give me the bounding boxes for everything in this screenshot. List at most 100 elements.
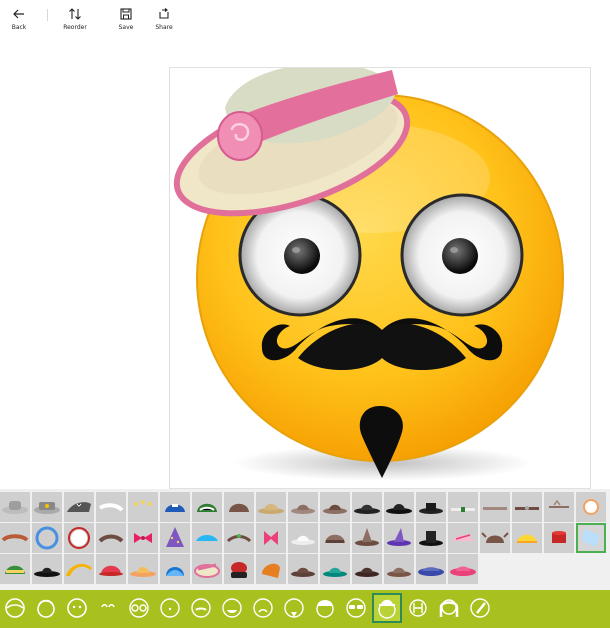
category-face-shape[interactable] [0,593,30,623]
hat-tile-1[interactable] [0,492,30,522]
eyebrows-icon [101,603,115,608]
hat-tile-21[interactable] [32,523,62,553]
hat-tile-23[interactable] [96,523,126,553]
category-beard[interactable] [279,593,309,623]
floppy-disk-icon [120,8,132,20]
hat-thumbnail [387,528,411,546]
share-icon [159,8,169,19]
category-glasses[interactable] [341,593,371,623]
hat-tile-17[interactable] [512,492,542,522]
category-hats[interactable] [372,593,402,623]
mustache-icon [191,598,211,618]
hat-tile-51[interactable] [384,554,414,584]
hat-tile-42[interactable] [96,554,126,584]
category-props[interactable] [465,593,495,623]
hat-thumbnail [354,504,380,514]
category-hair[interactable] [31,593,61,623]
hat-tile-26[interactable] [192,523,222,553]
hat-tile-34[interactable] [448,523,478,553]
category-masks[interactable] [403,593,433,623]
hat-thumbnail [355,528,379,546]
hat-tile-48[interactable] [288,554,318,584]
hat-tile-44[interactable] [160,554,190,584]
category-nose[interactable] [155,593,185,623]
hat-thumbnail [323,567,347,577]
hat-tile-9[interactable] [256,492,286,522]
hat-tile-47[interactable] [256,554,286,584]
hat-tile-36[interactable] [512,523,542,553]
category-mouth-frown[interactable] [248,593,278,623]
hat-thumbnail [166,567,184,576]
app-toolbar: Back Reorder Save Share [0,0,610,40]
hat-tile-24[interactable] [128,523,158,553]
hat-tile-45[interactable] [192,554,222,584]
hat-tile-30[interactable] [320,523,350,553]
hat-thumbnail [264,531,278,545]
hat-tile-18[interactable] [544,492,574,522]
beard-icon [284,598,304,618]
hat-tile-31[interactable] [352,523,382,553]
share-button[interactable]: Share [153,7,175,35]
hat-tile-29[interactable] [288,523,318,553]
hat-tile-35[interactable] [480,523,510,553]
hat-tile-6[interactable] [160,492,190,522]
hat-tile-8[interactable] [224,492,254,522]
hat-tile-5[interactable] [128,492,158,522]
hat-tile-32[interactable] [384,523,414,553]
category-hair-top[interactable] [310,593,340,623]
reorder-button[interactable]: Reorder [60,7,90,35]
hat-tile-46[interactable] [224,554,254,584]
hat-tile-14[interactable] [416,492,446,522]
hat-tile-28[interactable] [256,523,286,553]
hat-tile-15[interactable] [448,492,478,522]
hat-thumbnail [99,565,123,576]
hat-tile-41[interactable] [64,554,94,584]
glasses-icon [346,598,366,618]
hat-tile-3[interactable] [64,492,94,522]
hat-tile-53[interactable] [448,554,478,584]
hat-thumbnail [451,507,475,512]
hat-tile-38[interactable] [576,523,606,553]
hat-thumbnail [196,535,218,541]
hat-tile-25[interactable] [160,523,190,553]
hat-tile-33[interactable] [416,523,446,553]
hat-thumbnail [165,504,185,512]
hat-tile-39[interactable] [0,554,30,584]
hat-tile-27[interactable] [224,523,254,553]
hat-tile-40[interactable] [32,554,62,584]
hat-tile-4[interactable] [96,492,126,522]
hat-tile-10[interactable] [288,492,318,522]
hat-tile-49[interactable] [320,554,350,584]
hat-thumbnail [194,563,220,578]
hat-tile-37[interactable] [544,523,574,553]
category-eyebrows[interactable] [93,593,123,623]
hat-tile-12[interactable] [352,492,382,522]
long-hair-icon [439,599,459,617]
hat-thumbnail [552,531,566,543]
hat-tile-43[interactable] [128,554,158,584]
category-long-hair[interactable] [434,593,464,623]
category-bar [0,590,610,628]
hat-tile-11[interactable] [320,492,350,522]
category-mouth[interactable] [217,593,247,623]
hat-tile-20[interactable] [0,523,30,553]
category-eyes[interactable] [124,593,154,623]
face-shape-icon [5,598,25,618]
hat-thumbnail [515,506,539,510]
hair-icon [37,599,55,618]
hat-tile-19[interactable] [576,492,606,522]
emoji-canvas[interactable] [169,67,591,489]
save-button[interactable]: Save [115,7,137,35]
hat-thumbnail [66,563,92,576]
hat-tile-22[interactable] [64,523,94,553]
hat-tile-13[interactable] [384,492,414,522]
hat-tile-2[interactable] [32,492,62,522]
category-mustache[interactable] [186,593,216,623]
hat-thumbnail [197,503,217,512]
hat-tile-16[interactable] [480,492,510,522]
back-button[interactable]: Back [8,7,30,35]
category-face[interactable] [62,593,92,623]
hat-tile-7[interactable] [192,492,222,522]
hat-tile-50[interactable] [352,554,382,584]
hat-tile-52[interactable] [416,554,446,584]
